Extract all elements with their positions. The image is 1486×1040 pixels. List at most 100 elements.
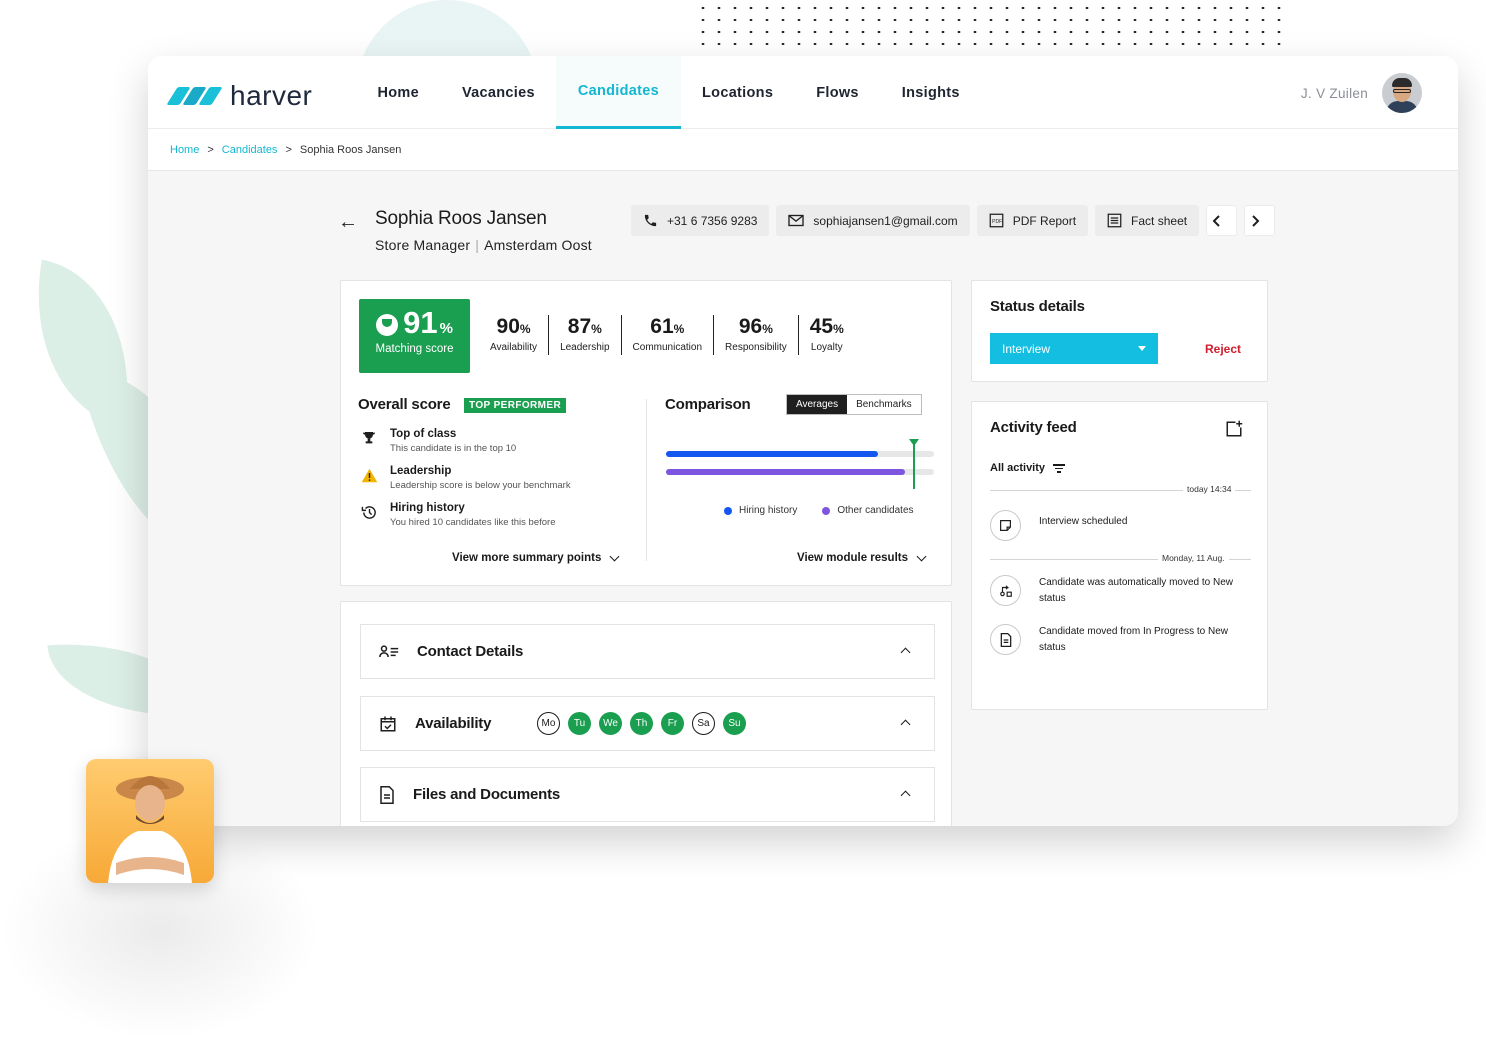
day-monday: Mo	[537, 712, 560, 735]
summary-desc: Leadership score is below your benchmark	[390, 480, 571, 491]
view-more-summary-button[interactable]: View more summary points	[452, 551, 620, 564]
availability-section[interactable]: Availability Mo Tu We Th Fr Sa Su	[360, 696, 935, 751]
candidate-name: Sophia Roos Jansen	[375, 208, 547, 229]
metric-loyalty: 45% Loyalty	[799, 315, 855, 355]
overall-score-title: Overall score	[358, 396, 451, 413]
chevron-up-icon	[900, 790, 911, 801]
metric-leadership: 87% Leadership	[549, 315, 622, 355]
fact-sheet-label: Fact sheet	[1131, 213, 1188, 228]
day-tuesday: Tu	[568, 712, 591, 735]
pdf-icon: PDF	[989, 213, 1004, 228]
chevron-up-icon	[900, 647, 911, 658]
contact-details-section[interactable]: Contact Details	[360, 624, 935, 679]
logo-mark-icon	[166, 87, 223, 105]
feed-date: Monday, 11 Aug.	[1158, 553, 1229, 563]
nav-home[interactable]: Home	[356, 56, 441, 129]
activity-filter-label: All activity	[990, 462, 1046, 475]
user-name: J. V Zuilen	[1300, 85, 1368, 101]
contact-details-title: Contact Details	[417, 643, 524, 660]
summary-title: Top of class	[390, 428, 457, 440]
metric-responsibility: 96% Responsibility	[714, 315, 799, 355]
feed-text: Interview scheduled	[1039, 516, 1128, 527]
nav-insights[interactable]: Insights	[880, 56, 981, 129]
legend-item: Other candidates	[822, 505, 914, 516]
filter-icon	[1053, 462, 1066, 475]
document-icon	[380, 785, 394, 804]
feed-item: Candidate was automatically moved to New…	[990, 575, 1254, 606]
email-button[interactable]: sophiajansen1@gmail.com	[776, 205, 970, 236]
metric-availability: 90% Availability	[479, 315, 550, 355]
previous-candidate-button[interactable]	[1206, 205, 1238, 236]
phone-button[interactable]: +31 6 7356 9283	[631, 205, 770, 236]
top-navigation: harver Home Vacancies Candidates Locatio…	[148, 56, 1458, 129]
candidate-role: Store Manager	[375, 237, 471, 253]
metric-label: Communication	[632, 342, 703, 353]
pdf-report-label: PDF Report	[1012, 213, 1077, 228]
metric-label: Availability	[490, 342, 538, 353]
nav-locations[interactable]: Locations	[681, 56, 795, 129]
user-menu[interactable]: J. V Zuilen	[1301, 73, 1422, 113]
legend-item: Hiring history	[724, 505, 797, 516]
status-title: Status details	[990, 298, 1085, 315]
feed-item: Candidate moved from In Progress to New …	[990, 624, 1254, 655]
toggle-benchmarks[interactable]: Benchmarks	[847, 395, 921, 414]
legend-dot	[724, 506, 732, 515]
metric-label: Responsibility	[725, 342, 787, 353]
status-card: Status details Interview Reject	[971, 280, 1268, 382]
chevron-right-icon	[1252, 214, 1260, 227]
candidate-location: Amsterdam Oost	[484, 237, 592, 253]
marketing-stage: harver Home Vacancies Candidates Locatio…	[0, 0, 1486, 1040]
availability-days: Mo Tu We Th Fr Sa Su	[537, 712, 754, 735]
pdf-report-button[interactable]: PDF PDF Report	[976, 205, 1089, 236]
workflow-icon	[990, 575, 1021, 606]
feed-text: Candidate moved from In Progress to New …	[1039, 626, 1228, 653]
benchmark-marker	[909, 439, 919, 489]
chevron-left-icon	[1212, 214, 1220, 227]
breadcrumb-candidates[interactable]: Candidates	[222, 144, 278, 156]
files-documents-section[interactable]: Files and Documents	[360, 767, 935, 822]
nav-vacancies[interactable]: Vacancies	[441, 56, 557, 129]
metric-value: 45	[809, 315, 834, 338]
view-more-summary-label: View more summary points	[452, 552, 602, 564]
back-arrow-icon[interactable]: ←	[338, 211, 358, 234]
reject-button[interactable]: Reject	[1205, 342, 1241, 356]
nav-flows[interactable]: Flows	[795, 56, 881, 129]
matching-score-label: Matching score	[375, 343, 454, 355]
files-documents-title: Files and Documents	[413, 786, 561, 803]
metric-label: Leadership	[560, 342, 610, 353]
toggle-averages[interactable]: Averages	[787, 395, 848, 414]
top-performer-badge: TOP PERFORMER	[464, 398, 567, 413]
hiring-history-bar	[666, 451, 878, 457]
comparison-title: Comparison	[665, 396, 751, 413]
document-icon	[990, 624, 1021, 655]
nav-candidates[interactable]: Candidates	[556, 56, 681, 129]
decorative-dot-grid	[695, 2, 1287, 54]
day-friday: Fr	[661, 712, 684, 735]
brand-logo[interactable]: harver	[166, 80, 312, 112]
metric-unit: %	[762, 322, 773, 336]
metric-label: Loyalty	[810, 342, 843, 353]
trophy-icon	[376, 314, 399, 336]
comparison-track	[666, 469, 934, 475]
comparison-legend: Hiring history Other candidates	[724, 505, 939, 516]
breadcrumb-home[interactable]: Home	[170, 144, 199, 156]
avatar[interactable]	[1382, 73, 1422, 113]
metric-value: 90	[496, 315, 520, 338]
view-module-results-button[interactable]: View module results	[797, 551, 927, 564]
contact-card-icon	[379, 644, 399, 657]
add-note-icon[interactable]	[1225, 420, 1243, 438]
history-icon	[358, 501, 380, 523]
next-candidate-button[interactable]	[1244, 205, 1276, 236]
feed-text: Candidate was automatically moved to New…	[1039, 577, 1233, 604]
subtitle-divider: |	[475, 237, 480, 253]
phone-number: +31 6 7356 9283	[667, 213, 758, 228]
status-dropdown[interactable]: Interview	[990, 333, 1158, 364]
list-icon	[1107, 213, 1122, 228]
summary-desc: This candidate is in the top 10	[390, 443, 517, 454]
legend-label: Hiring history	[739, 505, 798, 516]
metric-value: 96	[738, 315, 763, 338]
day-thursday: Th	[630, 712, 653, 735]
feed-date: today 14:34	[1183, 484, 1236, 494]
fact-sheet-button[interactable]: Fact sheet	[1095, 205, 1200, 236]
activity-filter[interactable]: All activity	[990, 462, 1066, 475]
